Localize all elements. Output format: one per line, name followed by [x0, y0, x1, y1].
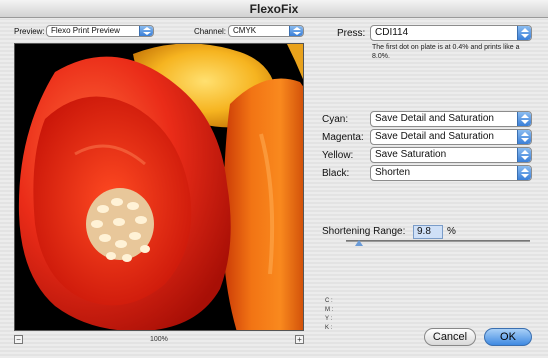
- zoom-level: 100%: [150, 336, 168, 343]
- ok-button[interactable]: OK: [484, 328, 532, 346]
- black-select[interactable]: Shorten: [370, 165, 532, 181]
- chevron-updown-icon: [139, 26, 153, 36]
- black-value: Shorten: [375, 167, 411, 178]
- chevron-updown-icon: [517, 148, 531, 162]
- channel-label: Channel:: [194, 27, 227, 36]
- chevron-updown-icon: [517, 26, 531, 40]
- preview-image[interactable]: [14, 43, 304, 331]
- press-note: The first dot on plate is at 0.4% and pr…: [372, 44, 520, 60]
- yellow-value: Save Saturation: [375, 149, 447, 160]
- readout-magenta: M :: [325, 307, 334, 313]
- press-value: CDI114: [375, 27, 409, 38]
- chevron-updown-icon: [517, 112, 531, 126]
- dialog-content: Preview: Flexo Print Preview Channel: CM…: [0, 19, 548, 358]
- channel-select[interactable]: CMYK: [228, 25, 304, 37]
- yellow-select[interactable]: Save Saturation: [370, 147, 532, 163]
- shortening-range-unit: %: [447, 226, 456, 237]
- preview-mode-select[interactable]: Flexo Print Preview: [46, 25, 154, 37]
- chevron-updown-icon: [517, 130, 531, 144]
- magenta-label: Magenta:: [322, 132, 364, 143]
- cyan-label: Cyan:: [322, 114, 349, 125]
- chevron-updown-icon: [289, 26, 303, 36]
- zoom-in-button[interactable]: +: [295, 335, 304, 344]
- press-label: Press:: [337, 28, 366, 39]
- black-label: Black:: [322, 168, 350, 179]
- chevron-updown-icon: [517, 166, 531, 180]
- cancel-button[interactable]: Cancel: [424, 328, 476, 346]
- zoom-out-button[interactable]: −: [14, 335, 23, 344]
- yellow-label: Yellow:: [322, 150, 354, 161]
- preview-mode-value: Flexo Print Preview: [51, 26, 120, 35]
- readout-yellow: Y :: [325, 316, 333, 322]
- preview-label: Preview:: [14, 27, 45, 36]
- shortening-range-slider-thumb[interactable]: [354, 240, 363, 246]
- cyan-select[interactable]: Save Detail and Saturation: [370, 111, 532, 127]
- magenta-value: Save Detail and Saturation: [375, 131, 494, 142]
- cyan-value: Save Detail and Saturation: [375, 113, 494, 124]
- readout-black: K :: [325, 325, 333, 331]
- shortening-range-input[interactable]: 9.8: [413, 225, 443, 239]
- channel-value: CMYK: [233, 26, 257, 35]
- peppers-image: [15, 44, 303, 330]
- readout-cyan: C :: [325, 298, 333, 304]
- window-title: FlexoFix: [0, 0, 548, 18]
- shortening-range-slider[interactable]: [346, 240, 530, 242]
- shortening-range-label: Shortening Range:: [322, 226, 406, 237]
- press-select[interactable]: CDI114: [370, 25, 532, 41]
- magenta-select[interactable]: Save Detail and Saturation: [370, 129, 532, 145]
